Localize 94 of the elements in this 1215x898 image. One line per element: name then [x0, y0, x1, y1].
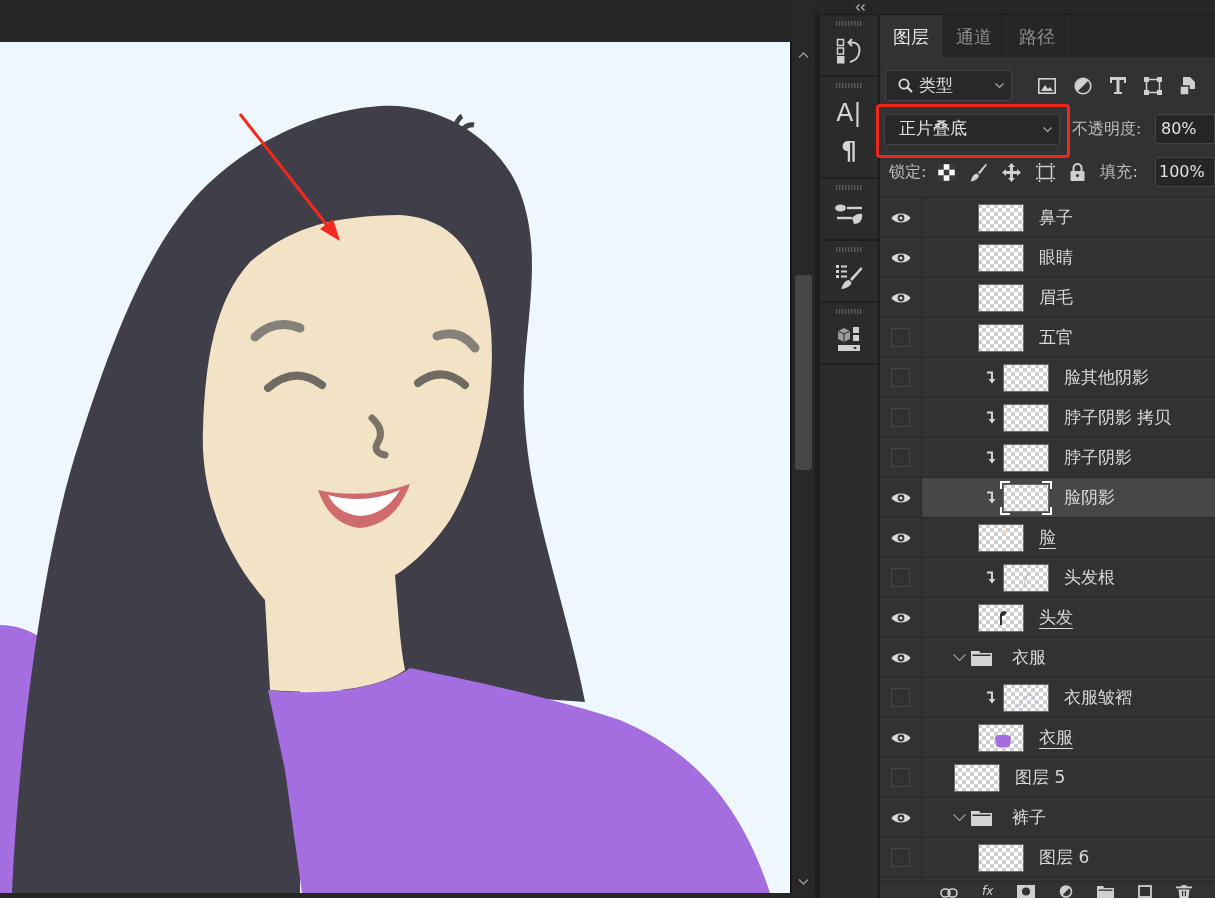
layer-row[interactable]: 眉毛: [880, 278, 1215, 318]
brush-settings-panel-button[interactable]: [834, 202, 864, 226]
layer-row[interactable]: 头发: [880, 598, 1215, 638]
brush-settings-icon: [834, 202, 864, 226]
layer-name: 眼睛: [1039, 245, 1073, 269]
panel-tab[interactable]: 图层: [880, 15, 943, 57]
layer-name: 脸其他阴影: [1064, 365, 1149, 389]
layer-name: 鼻子: [1039, 205, 1073, 229]
grip-icon[interactable]: [836, 309, 862, 314]
layer-row[interactable]: 脖子阴影 拷贝: [880, 398, 1215, 438]
opacity-label: 不透明度:: [1072, 118, 1142, 140]
grip-icon[interactable]: [836, 185, 862, 190]
image-filter-icon[interactable]: [1038, 77, 1056, 94]
chevron-down-icon[interactable]: [952, 814, 966, 821]
eye-icon[interactable]: [890, 731, 911, 744]
layer-name: 衣服: [1039, 725, 1073, 749]
layer-name: 脖子阴影 拷贝: [1064, 405, 1172, 429]
lock-transparency-icon[interactable]: [938, 163, 956, 181]
chevron-down-icon: [1043, 126, 1052, 132]
layer-name: 脖子阴影: [1064, 445, 1132, 469]
chevron-down-icon[interactable]: [952, 654, 966, 661]
chevron-down-icon: [995, 83, 1004, 88]
opacity-field[interactable]: 80%: [1155, 114, 1215, 144]
shape-filter-icon[interactable]: [1144, 76, 1162, 95]
cube-panel-button[interactable]: [837, 326, 861, 352]
layer-group-row[interactable]: 衣服: [880, 638, 1215, 678]
layer-row[interactable]: 鼻子: [880, 198, 1215, 238]
layer-group-row[interactable]: 裤子: [880, 798, 1215, 838]
layer-name: 脸: [1039, 525, 1056, 549]
layer-row[interactable]: 眼睛: [880, 238, 1215, 278]
group-name: 衣服: [1012, 645, 1046, 669]
layer-row[interactable]: 脸其他阴影: [880, 358, 1215, 398]
layer-row[interactable]: 图层 5: [880, 758, 1215, 798]
eye-icon[interactable]: [890, 651, 911, 664]
layer-row[interactable]: 衣服: [880, 718, 1215, 758]
layer-row[interactable]: 图层 6: [880, 838, 1215, 878]
layer-name: 图层 6: [1039, 845, 1090, 869]
adjustment-icon[interactable]: [1059, 885, 1074, 898]
eye-icon[interactable]: [890, 491, 911, 504]
layer-name: 眉毛: [1039, 285, 1073, 309]
layer-row[interactable]: 五官: [880, 318, 1215, 358]
grip-icon[interactable]: [836, 247, 862, 252]
grip-icon[interactable]: [836, 21, 862, 26]
layer-name: 图层 5: [1015, 765, 1066, 789]
search-icon: [898, 78, 913, 93]
new-layer-icon[interactable]: [1138, 885, 1153, 898]
eye-icon[interactable]: [890, 611, 911, 624]
scroll-down-icon[interactable]: [798, 879, 809, 885]
paragraph-panel-button[interactable]: ¶: [841, 138, 857, 164]
smart-object-filter-icon[interactable]: [1180, 76, 1196, 95]
fill-label: 填充:: [1100, 161, 1138, 183]
layer-name: 头发: [1039, 605, 1073, 629]
layer-row[interactable]: 脸: [880, 518, 1215, 558]
move-icon[interactable]: [1002, 162, 1022, 182]
lock-icon[interactable]: [1070, 163, 1086, 181]
fill-field[interactable]: 100%: [1155, 157, 1215, 187]
layer-name: 脸阴影: [1064, 485, 1115, 509]
grip-icon[interactable]: [836, 83, 862, 88]
type-filter-icon[interactable]: [1110, 77, 1126, 94]
folder-icon: [971, 649, 992, 666]
scrollbar-thumb[interactable]: [795, 275, 812, 470]
scroll-up-icon[interactable]: [798, 52, 809, 58]
layer-name: 头发根: [1064, 565, 1115, 589]
layer-row[interactable]: 衣服皱褶: [880, 678, 1215, 718]
link-icon[interactable]: [940, 888, 958, 898]
cube-icon: [837, 326, 861, 352]
lock-label: 锁定:: [889, 161, 927, 183]
layer-row[interactable]: 脸阴影: [880, 478, 1215, 518]
eye-icon[interactable]: [890, 531, 911, 544]
adjustment-filter-icon[interactable]: [1074, 76, 1092, 95]
character-panel-button[interactable]: A|: [836, 100, 862, 126]
trash-icon[interactable]: [1176, 885, 1193, 898]
brush-presets-panel-button[interactable]: [835, 264, 863, 290]
blend-mode-dropdown[interactable]: 正片叠底: [884, 113, 1060, 145]
layer-name: 五官: [1039, 325, 1073, 349]
filter-dropdown[interactable]: 类型: [885, 70, 1012, 101]
layer-row[interactable]: 头发根: [880, 558, 1215, 598]
brush-icon[interactable]: [970, 162, 988, 182]
folder-icon[interactable]: [1097, 885, 1115, 898]
eye-icon[interactable]: [890, 211, 911, 224]
artboard-lock-icon[interactable]: [1036, 162, 1056, 182]
history-panel-button[interactable]: [836, 38, 862, 64]
brush-presets-icon: [835, 264, 863, 290]
mask-icon[interactable]: [1017, 885, 1036, 898]
folder-icon: [971, 809, 992, 826]
eye-icon[interactable]: [890, 811, 911, 824]
collapse-icon[interactable]: [855, 3, 866, 11]
layer-row[interactable]: 脖子阴影: [880, 438, 1215, 478]
eye-icon[interactable]: [890, 291, 911, 304]
group-name: 裤子: [1012, 805, 1046, 829]
layer-style-button[interactable]: fx: [982, 885, 994, 898]
history-icon: [836, 38, 862, 64]
layer-name: 衣服皱褶: [1064, 685, 1132, 709]
eye-icon[interactable]: [890, 251, 911, 264]
